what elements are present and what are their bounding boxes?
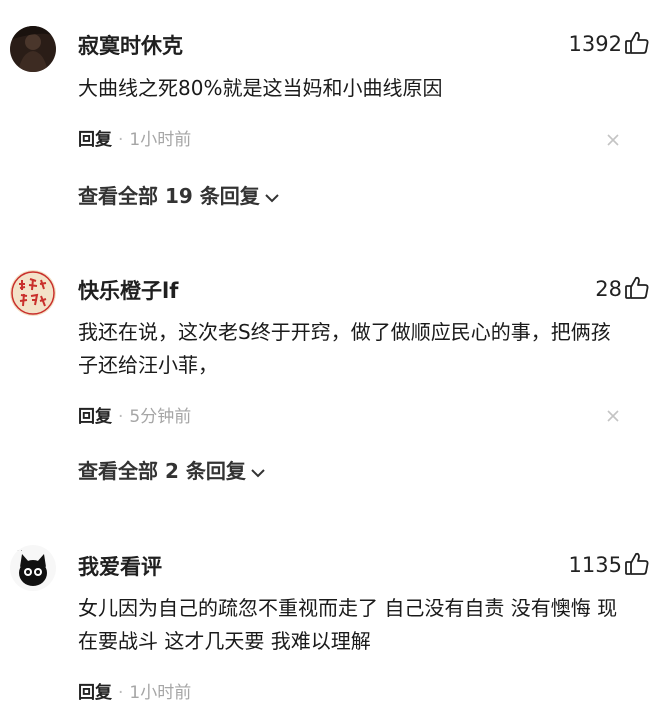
comment-text: 女儿因为自己的疏忽不重视而走了 自己没有自责 没有懊悔 现在要战斗 这才几天要 … [78, 596, 618, 653]
thumbs-up-icon[interactable] [624, 551, 650, 577]
svg-text:· · ·: · · · [13, 548, 23, 555]
separator-dot: · [118, 683, 124, 703]
username[interactable]: 我爱看评 [78, 551, 162, 581]
comment-item: · · · 我爱看评 1135 女儿因为自己的疏忽不重视而走了 自己没有自责 没… [0, 0, 660, 703]
comment-meta: 回复 · 1小时前 [78, 678, 191, 703]
black-cat-avatar-icon: · · · [10, 545, 56, 591]
timestamp: 1小时前 [129, 683, 192, 703]
reply-button[interactable]: 回复 [78, 683, 112, 703]
user-avatar[interactable]: · · · [10, 545, 56, 591]
like-count: 1135 [568, 553, 622, 577]
